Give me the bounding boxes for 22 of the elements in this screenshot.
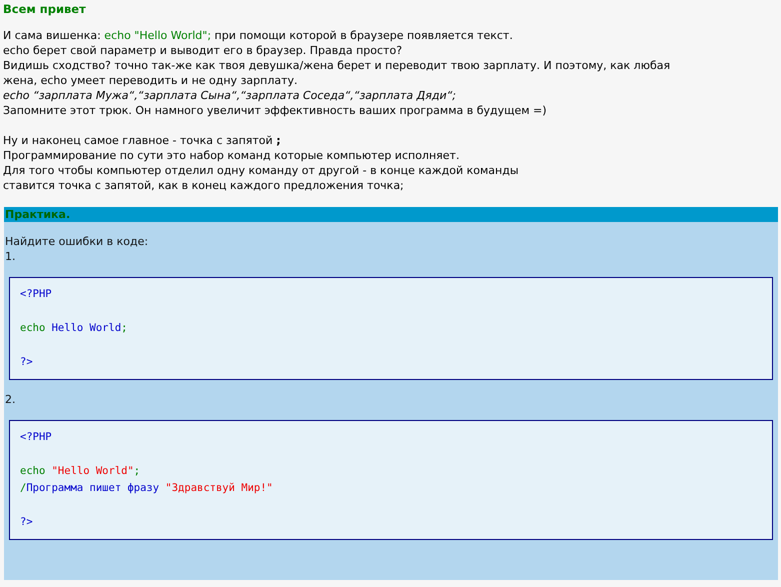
code-line: <?PHP	[20, 287, 52, 302]
code-line: echo "Hello World";	[20, 464, 140, 479]
exercise-number: 2.	[4, 392, 16, 407]
text-line: echo берет свой параметр и выводит его в браузер. Правда просто?	[3, 43, 402, 58]
code-line: echo Hello World;	[20, 321, 128, 336]
code-line: /Программа пишет фразу "Здравствуй Мир!"	[20, 481, 273, 496]
text-line: Запомните этот трюк. Он намного увеличит эффективность ваших программа в будущем =)	[3, 103, 547, 118]
text-line: Для того чтобы компьютер отделил одну команду от другой - в конце каждой команды	[3, 163, 519, 178]
text-line: И сама вишенка: echo "Hello World"; при помощи которой в браузере появляется текст.	[3, 28, 513, 43]
code-line: ?>	[20, 355, 33, 370]
exercise-number: 1.	[4, 249, 16, 264]
text-line: Ну и наконец самое главное - точка с запятой ;	[3, 133, 281, 148]
code-line: ?>	[20, 515, 33, 530]
text-line: жена, echo умеет переводить и не одну зарплату.	[3, 73, 298, 88]
text-line: Видишь сходство? точно так-же как твоя девушка/жена берет и переводит твою зарплату. И поэтому, как любая	[3, 58, 670, 73]
section-header: Практика.	[4, 207, 778, 222]
text-line: echo “зарплата Мужа“,“зарплата Сына“,“зарплата Соседа“,“зарплата Дяди“;	[3, 88, 456, 103]
page-heading: Всем привет	[3, 2, 86, 16]
code-line: <?PHP	[20, 430, 52, 445]
text-line: ставится точка с запятой, как в конец каждого предложения точка;	[3, 178, 404, 193]
text-line: Программирование по сути это набор команд которые компьютер исполняет.	[3, 148, 460, 163]
task-prompt: Найдите ошибки в коде:	[4, 234, 150, 249]
